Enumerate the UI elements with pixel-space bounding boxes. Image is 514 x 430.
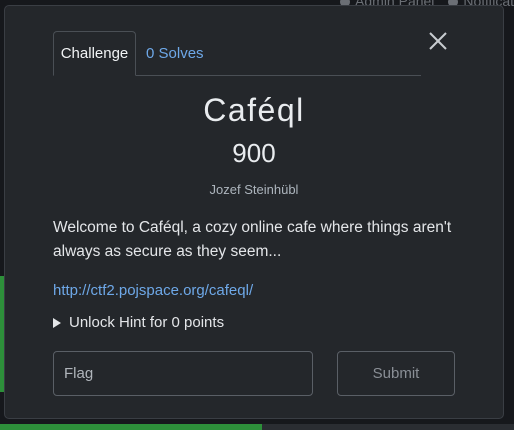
tab-solves[interactable]: 0 Solves bbox=[136, 31, 214, 75]
tab-challenge[interactable]: Challenge bbox=[53, 31, 136, 76]
close-button[interactable] bbox=[423, 26, 453, 56]
submit-button[interactable]: Submit bbox=[337, 351, 455, 396]
flag-input[interactable] bbox=[53, 351, 313, 396]
challenge-title: Caféql bbox=[203, 92, 305, 128]
challenge-modal: Challenge 0 Solves Caféql 900 Jozef Stei… bbox=[4, 5, 504, 419]
background-solved-card bbox=[0, 424, 262, 430]
challenge-points: 900 bbox=[232, 138, 276, 168]
close-icon bbox=[429, 32, 447, 50]
background-card bbox=[262, 424, 514, 430]
challenge-author: Jozef Steinhübl bbox=[209, 182, 299, 197]
caret-right-icon bbox=[53, 317, 61, 328]
challenge-link[interactable]: http://ctf2.pojspace.org/cafeql/ bbox=[53, 282, 253, 299]
challenge-description: Welcome to Caféql, a cozy online cafe wh… bbox=[53, 219, 452, 260]
modal-tabs: Challenge 0 Solves bbox=[53, 30, 421, 76]
unlock-hint-label: Unlock Hint for 0 points bbox=[69, 314, 225, 331]
unlock-hint-toggle[interactable]: Unlock Hint for 0 points bbox=[53, 314, 224, 331]
